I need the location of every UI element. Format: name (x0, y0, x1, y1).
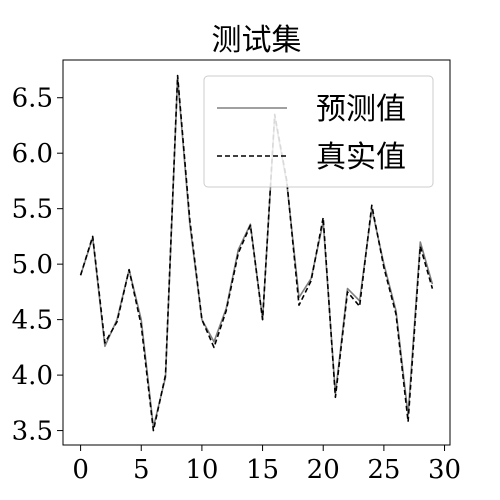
y-tick-label: 5.5 (12, 195, 53, 225)
chart-title: 测试集 (212, 23, 302, 58)
x-tick-label: 0 (72, 455, 89, 485)
x-tick-label: 5 (133, 455, 150, 485)
x-tick-label: 20 (307, 455, 340, 485)
line-chart: 测试集 0 5 10 15 20 25 30 3.5 4.0 4.5 5.0 5.5 6.0 6.5 预测… (12, 23, 461, 485)
y-tick-label: 6.5 (12, 84, 53, 114)
legend-label-predicted: 预测值 (316, 92, 406, 127)
legend: 预测值 真实值 (203, 75, 434, 188)
y-tick-label: 6.0 (12, 139, 53, 169)
x-tick-label: 30 (428, 455, 461, 485)
x-tick-label: 15 (246, 455, 279, 485)
y-tick-label: 4.5 (12, 306, 53, 336)
y-tick-label: 4.0 (12, 361, 53, 391)
y-tick-label: 5.0 (12, 250, 53, 280)
y-tick-label: 3.5 (12, 417, 53, 447)
x-tick-label: 25 (367, 455, 400, 485)
x-tick-label: 10 (185, 455, 218, 485)
legend-label-actual: 真实值 (316, 140, 406, 175)
